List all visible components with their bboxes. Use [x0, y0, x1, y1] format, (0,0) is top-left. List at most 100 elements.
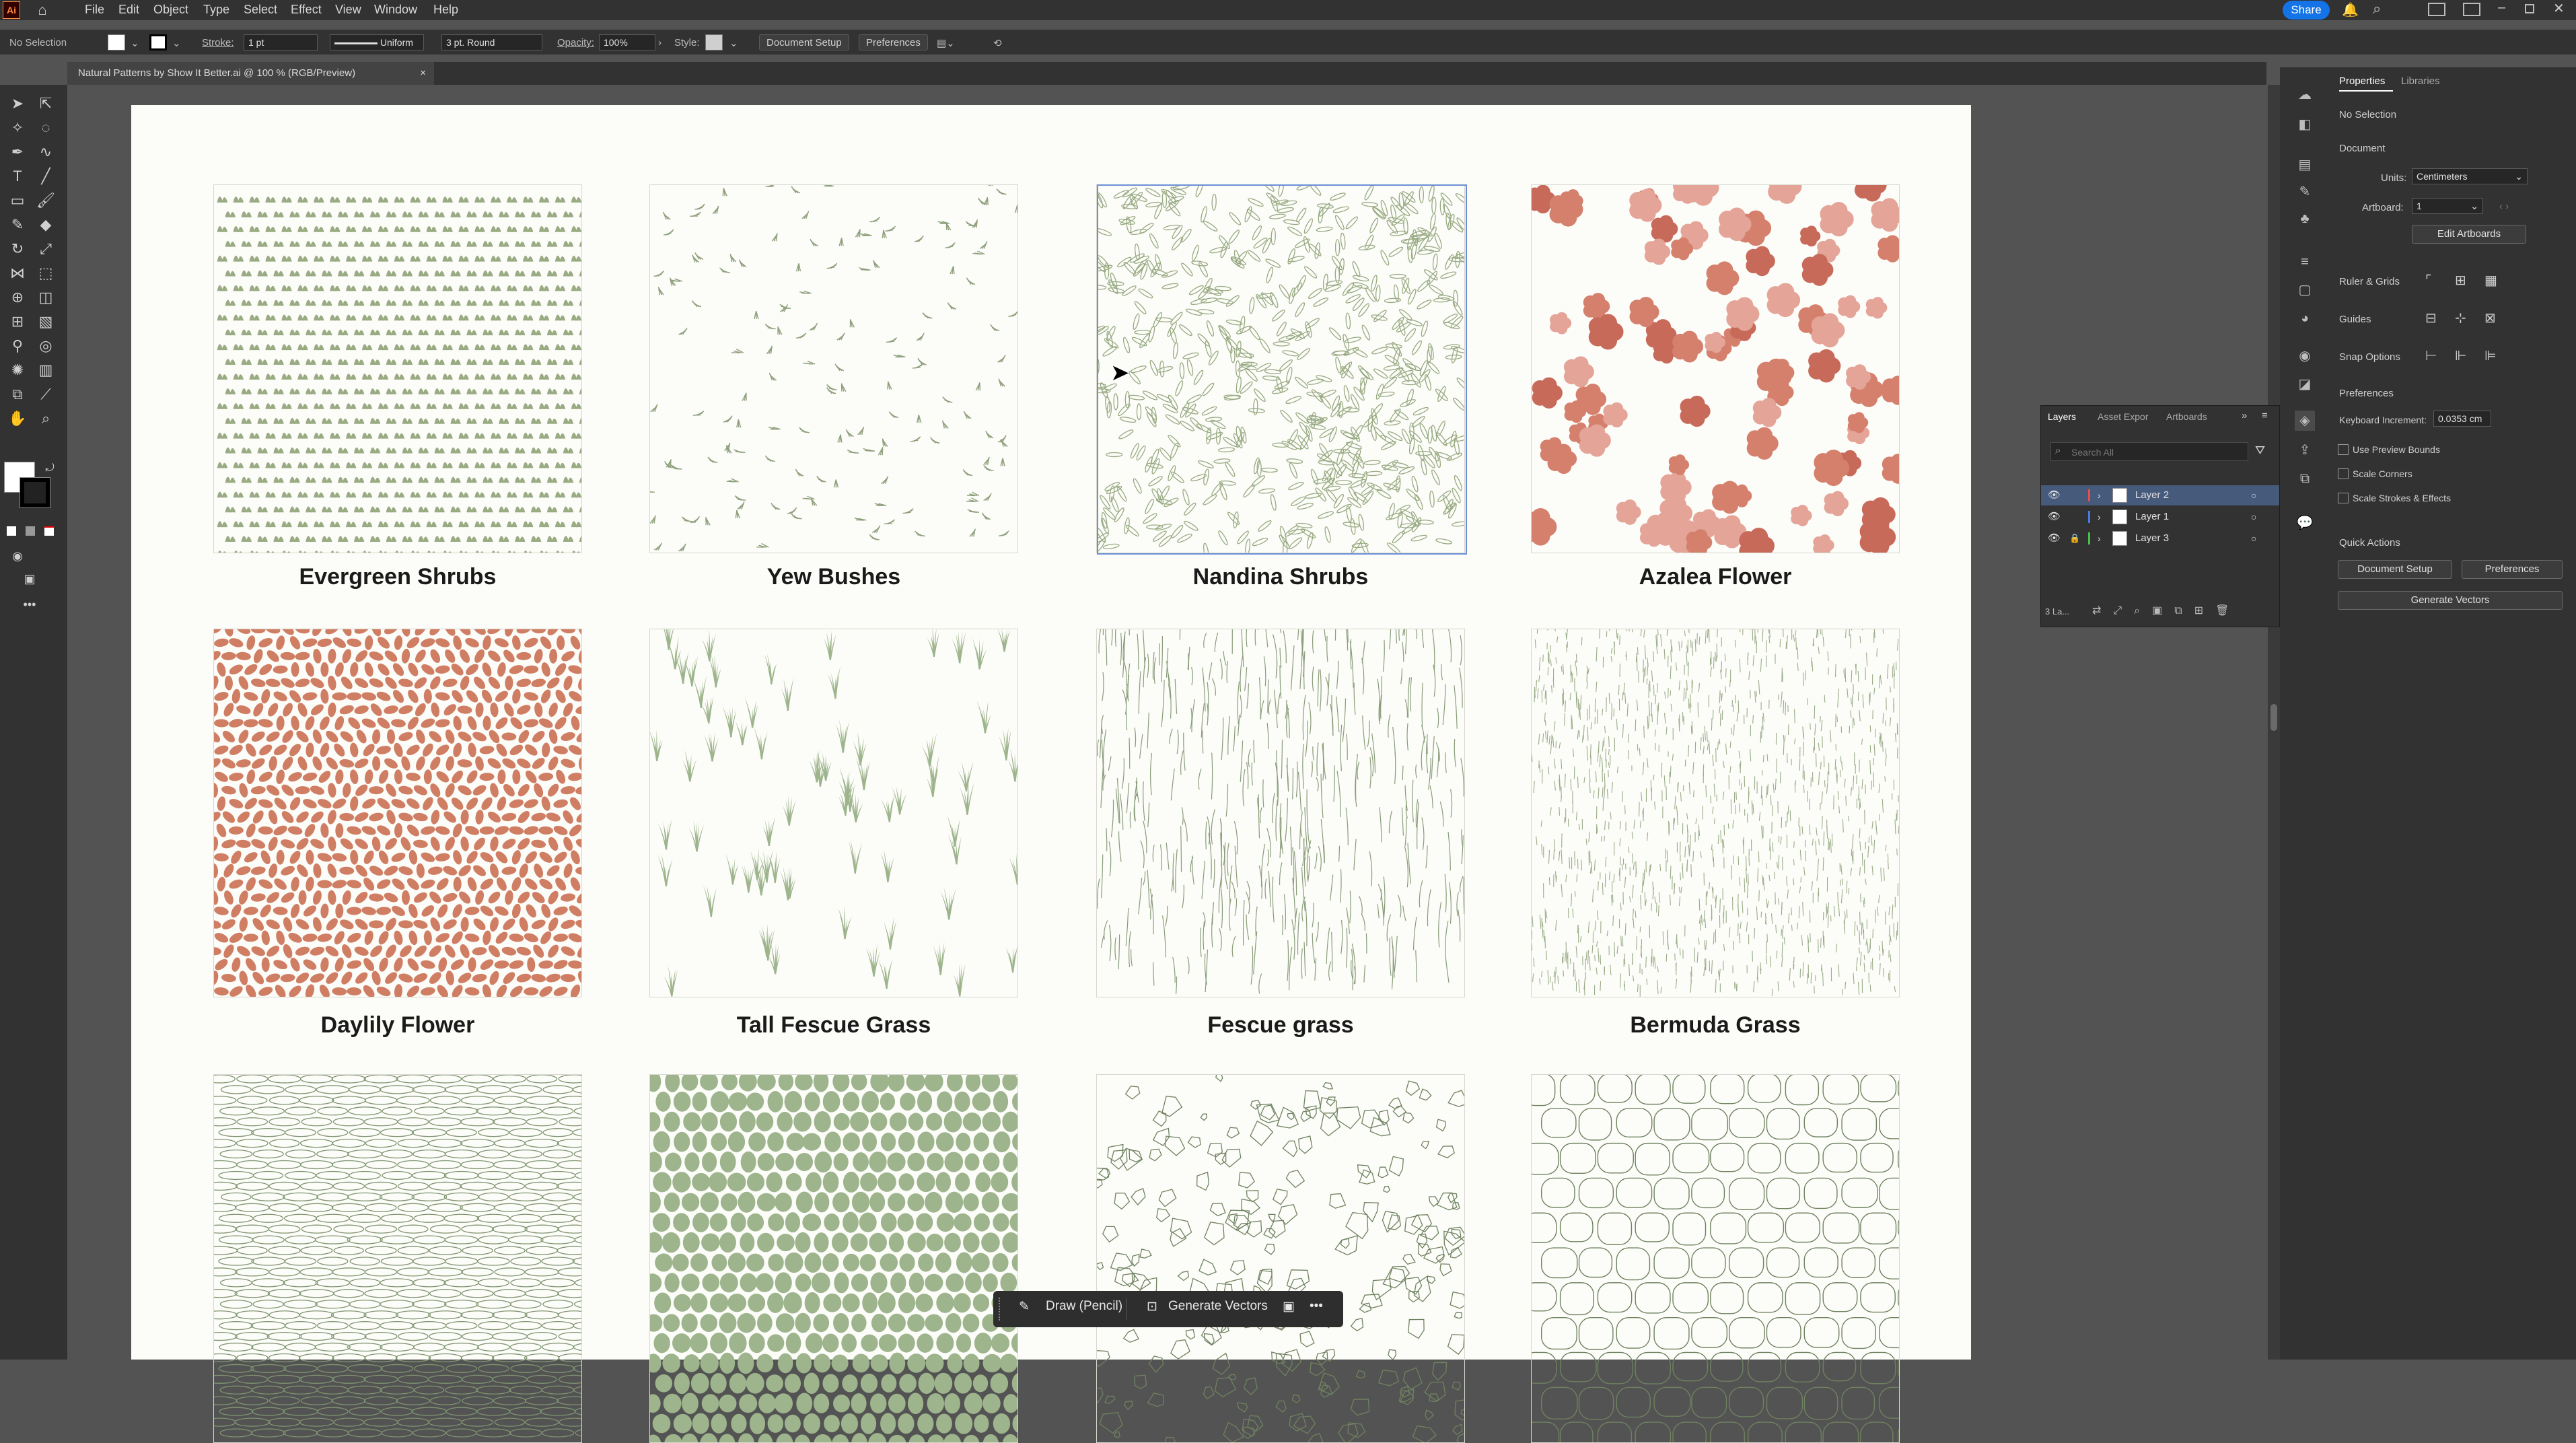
expand-chevron-icon[interactable]: › [2098, 485, 2101, 505]
align-icon[interactable]: ▤⌄ [937, 37, 955, 49]
transparency-icon[interactable]: ◕ [2295, 308, 2315, 328]
lasso-tool-icon[interactable]: ◌ [36, 118, 55, 137]
smart-guides-icon[interactable]: ⊠ [2484, 310, 2496, 326]
fill-dropdown-icon[interactable]: ⌄ [131, 37, 139, 49]
draw-pencil-button[interactable]: Draw (Pencil) [1046, 1299, 1122, 1314]
symbol-sprayer-tool-icon[interactable]: ✺ [8, 361, 27, 380]
bell-icon[interactable]: 🔔 [2342, 1, 2359, 18]
color-mode-icon[interactable] [7, 526, 16, 536]
column-graph-tool-icon[interactable]: ▥ [36, 361, 55, 380]
menu-view[interactable]: View [335, 3, 361, 17]
blend-tool-icon[interactable]: ◎ [36, 337, 55, 355]
close-tab-icon[interactable]: × [420, 62, 426, 85]
slice-tool-icon[interactable]: ⟋ [36, 385, 55, 404]
more-tools-icon[interactable]: ••• [20, 595, 39, 614]
pattern-swatch[interactable] [1531, 1074, 1900, 1443]
width-tool-icon[interactable]: ⋈ [8, 264, 27, 283]
type-tool-icon[interactable]: T [8, 167, 27, 186]
snap-to-pixel-icon[interactable]: ⊫ [2484, 347, 2496, 364]
scale-tool-icon[interactable]: ⤢ [36, 240, 55, 258]
artboards-tab[interactable]: Artboards [2166, 411, 2207, 422]
artboard[interactable]: Evergreen ShrubsYew BushesNandina Shrubs… [131, 105, 1971, 1360]
brush-select[interactable]: 3 pt. Round [441, 34, 542, 50]
pattern-swatch[interactable] [649, 1074, 1018, 1443]
grid-icon[interactable]: ⊞ [2455, 272, 2466, 289]
target-circle-icon[interactable]: ○ [2251, 507, 2256, 527]
stroke-label[interactable]: Stroke: [202, 37, 234, 48]
panel-menu-icon[interactable]: ≡ [2262, 410, 2268, 421]
visibility-eye-icon[interactable]: 👁 [2048, 528, 2061, 549]
stroke-icon[interactable]: ≡ [2295, 252, 2315, 272]
asset-export-tab[interactable]: Asset Expor [2098, 411, 2148, 422]
pen-tool-icon[interactable]: ✒ [8, 143, 27, 162]
pattern-swatch[interactable] [649, 629, 1018, 997]
screen-mode-icon[interactable]: ▣ [20, 569, 39, 588]
graphic-styles-icon[interactable]: ◪ [2295, 374, 2315, 394]
menu-object[interactable]: Object [153, 3, 188, 17]
scale-strokes-checkbox[interactable] [2338, 493, 2349, 503]
pattern-swatch[interactable] [213, 184, 582, 553]
artboard-tool-icon[interactable]: ⧉ [8, 385, 27, 404]
hand-tool-icon[interactable]: ✋ [8, 409, 27, 428]
transparency-grid-icon[interactable]: ▦ [2484, 272, 2497, 289]
layers-tab[interactable]: Layers [2048, 411, 2076, 422]
shape-builder-tool-icon[interactable]: ⊕ [8, 288, 27, 307]
layers-search-field[interactable]: ⌕ [2050, 442, 2248, 461]
more-options-icon[interactable]: ••• [1310, 1299, 1323, 1314]
layer-name[interactable]: Layer 1 [2135, 507, 2169, 527]
pattern-swatch[interactable] [213, 629, 582, 997]
show-guides-icon[interactable]: ⊟ [2425, 310, 2437, 326]
snap-to-point-icon[interactable]: ⊢ [2425, 347, 2437, 364]
style-swatch[interactable] [705, 34, 723, 50]
pattern-swatch[interactable] [649, 184, 1018, 553]
brushes-icon[interactable]: ✎ [2295, 182, 2315, 202]
artboards-icon[interactable]: ⧉ [2295, 468, 2315, 489]
close-window-icon[interactable]: ✕ [2553, 0, 2565, 17]
perspective-grid-tool-icon[interactable]: ◫ [36, 288, 55, 307]
pattern-swatch[interactable] [1531, 629, 1900, 997]
rotate-tool-icon[interactable]: ↻ [8, 240, 27, 258]
curvature-tool-icon[interactable]: ∿ [36, 143, 55, 162]
visibility-eye-icon[interactable]: 👁 [2048, 507, 2061, 527]
artboard-nav-icons[interactable]: ‹ › [2499, 201, 2509, 212]
search-icon[interactable]: ⌕ [2373, 0, 2381, 17]
swap-colors-icon[interactable]: ⤾ [40, 459, 59, 478]
filter-icon[interactable]: ⛛ [2255, 444, 2265, 458]
draw-mode-icon[interactable]: ◉ [8, 547, 27, 565]
layer-row[interactable]: 👁 › Layer 1 ○ [2041, 507, 2279, 527]
keyboard-increment-field[interactable]: 0.0353 cm [2433, 411, 2491, 427]
vertical-scrollbar[interactable] [2268, 85, 2280, 1360]
symbols-icon[interactable]: ♣ [2295, 209, 2315, 229]
menu-file[interactable]: File [85, 3, 104, 17]
fill-swatch[interactable] [108, 34, 125, 50]
style-dropdown-icon[interactable]: ⌄ [729, 37, 738, 49]
export-icon[interactable]: ⇪ [2295, 440, 2315, 460]
gradient-icon[interactable]: ▢ [2295, 280, 2315, 300]
appearance-icon[interactable]: ◉ [2295, 346, 2315, 366]
opacity-label[interactable]: Opacity: [557, 37, 594, 48]
gradient-mode-icon[interactable] [26, 526, 35, 536]
eraser-tool-icon[interactable]: ◆ [36, 215, 55, 234]
expand-chevron-icon[interactable]: › [2098, 507, 2101, 527]
layers-icon[interactable]: ◈ [2295, 411, 2315, 431]
minimize-icon[interactable]: – [2498, 0, 2505, 15]
vertical-scroll-thumb[interactable] [2270, 704, 2277, 731]
stroke-color-box[interactable] [20, 478, 50, 507]
document-tab[interactable]: Natural Patterns by Show It Better.ai @ … [67, 62, 434, 85]
rectangle-tool-icon[interactable]: ▭ [8, 191, 27, 210]
generate-vectors-context-button[interactable]: Generate Vectors [1168, 1299, 1268, 1314]
rulers-icon[interactable]: ⌜ [2425, 272, 2431, 289]
cc-libraries-icon[interactable]: ☁ [2295, 85, 2315, 105]
menu-select[interactable]: Select [244, 3, 277, 17]
mesh-tool-icon[interactable]: ⊞ [8, 312, 27, 331]
paintbrush-tool-icon[interactable]: 🖌 [36, 191, 55, 210]
layers-search-input[interactable] [2070, 444, 2241, 460]
line-tool-icon[interactable]: ╱ [36, 167, 55, 186]
eyedropper-tool-icon[interactable]: ⚲ [8, 337, 27, 355]
properties-tab[interactable]: Properties [2339, 75, 2385, 87]
arrange-icon[interactable] [2463, 3, 2480, 16]
quick-preferences-button[interactable]: Preferences [2462, 560, 2563, 579]
drag-handle-icon[interactable] [999, 1298, 1004, 1321]
zoom-tool-icon[interactable]: ⌕ [36, 409, 55, 428]
share-button[interactable]: Share [2283, 1, 2330, 20]
